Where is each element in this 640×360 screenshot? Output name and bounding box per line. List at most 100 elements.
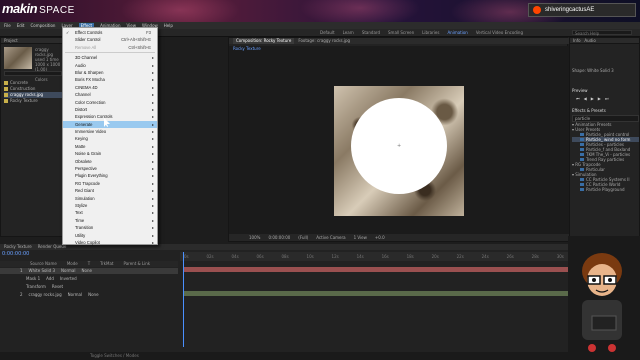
layer-columns: Source Name Mode T TrkMat Parent & Link (0, 261, 178, 267)
menu-item-distort[interactable]: Distort ▸ (63, 106, 157, 113)
ruler-tick-label: 14s (356, 254, 364, 259)
menu-item-obsolete[interactable]: Obsolete ▸ (63, 158, 157, 165)
file-icon (4, 87, 8, 91)
submenu-arrow-icon: ▸ (151, 158, 154, 164)
check-icon: ✓ (66, 30, 70, 35)
workspace-vertical-video-encoding[interactable]: Vertical Video Encoding (476, 30, 523, 35)
menu-item-cinema-4d[interactable]: CINEMA 4D ▸ (63, 84, 157, 91)
menu-item-rg-trapcode[interactable]: RG Trapcode ▸ (63, 180, 157, 187)
tab-footage[interactable]: Footage: craggy rocks.jpg (298, 38, 350, 44)
workspace-animation[interactable]: Animation (447, 30, 467, 35)
menu-file[interactable]: File (4, 23, 11, 28)
menu-item-red-giant[interactable]: Red Giant ▸ (63, 187, 157, 194)
menu-item-color-correction[interactable]: Color Correction ▸ (63, 99, 157, 106)
menu-item-time[interactable]: Time ▸ (63, 217, 157, 224)
comp-viewer[interactable]: Rocky Texture + (229, 46, 569, 234)
next-frame-icon[interactable]: ▶ (598, 96, 601, 101)
menu-help[interactable]: Help (164, 23, 173, 28)
menu-item-immersive-video[interactable]: Immersive Video ▸ (63, 128, 157, 135)
current-time[interactable]: 0:00:00:00 (268, 235, 290, 240)
menu-item-label: Matte (75, 143, 86, 149)
layer-row[interactable]: 2 craggy rocks.jpg Normal None (0, 292, 178, 298)
layer-bar-craggy-rocks[interactable] (184, 291, 568, 296)
menu-item-label: RG Trapcode (75, 180, 100, 186)
comp-breadcrumb[interactable]: Rocky Texture (233, 46, 261, 51)
view-select[interactable]: 1 View (354, 235, 367, 240)
camera-select[interactable]: Active Camera (316, 235, 345, 240)
menu-item-label: Slider Control (75, 37, 101, 43)
menu-item-label: Effect Controls (75, 30, 103, 35)
menu-item-keying[interactable]: Keying ▸ (63, 135, 157, 142)
tab-rocky-texture[interactable]: Rocky Texture (4, 244, 32, 250)
layer-mode[interactable]: Add (46, 276, 54, 282)
layer-row[interactable]: Mask 1 Add Inverted (0, 276, 178, 282)
menu-item-audio[interactable]: Audio ▸ (63, 62, 157, 69)
playback-controls: ⏮ ◀ ▶ ▶ ⏭ (572, 96, 639, 101)
timeline-current-time[interactable]: 0:00:00:00 (2, 251, 29, 257)
comp-footer: 100% 0:00:00:00 (Full) Active Camera 1 V… (229, 234, 569, 241)
menu-item-effect-controls[interactable]: ✓ Effect Controls F3 (63, 29, 157, 36)
first-frame-icon[interactable]: ⏮ (576, 96, 580, 101)
menu-item-matte[interactable]: Matte ▸ (63, 143, 157, 150)
menu-item-boris-fx-mocha[interactable]: Boris FX Mocha ▸ (63, 76, 157, 83)
layer-row[interactable]: Transform Reset (0, 284, 178, 290)
menu-item-simulation[interactable]: Simulation ▸ (63, 195, 157, 202)
menu-item-video-copilot[interactable]: Video Copilot ▸ (63, 239, 157, 246)
menu-item-label: Transition (75, 225, 94, 231)
submenu-arrow-icon: ▸ (151, 121, 154, 127)
menu-item-expression-controls[interactable]: Expression Controls ▸ (63, 113, 157, 120)
time-ruler[interactable]: 0s 02s 04s 06s 08s 10s 12s 14s 16s 18s 20s 22s 24s 26… (180, 252, 568, 261)
menu-item-noise-grain[interactable]: Noise & Grain ▸ (63, 150, 157, 157)
zoom-select[interactable]: 100% (249, 235, 260, 240)
submenu-arrow-icon: ▸ (151, 129, 154, 135)
layer-mode[interactable]: Normal (68, 292, 82, 298)
menu-item-perspective[interactable]: Perspective ▸ (63, 165, 157, 172)
menu-item-utility[interactable]: Utility ▸ (63, 232, 157, 239)
menu-item-label: Audio (75, 62, 86, 68)
submenu-arrow-icon: ▸ (151, 225, 154, 231)
layer-parent[interactable]: None (82, 268, 92, 274)
prev-frame-icon[interactable]: ◀ (584, 96, 587, 101)
layer-parent[interactable]: Inverted (60, 276, 77, 282)
ruler-tick-label: 22s (456, 254, 464, 259)
menu-item-label: Boris FX Mocha (75, 77, 105, 83)
preset-item[interactable]: Particle Playground (572, 187, 639, 192)
menu-item-plugin-everything[interactable]: Plugin Everything ▸ (63, 172, 157, 179)
layer-parent[interactable]: None (88, 292, 98, 298)
ruler-tick-label: 16s (381, 254, 389, 259)
menu-item-transition[interactable]: Transition ▸ (63, 224, 157, 231)
menu-item-generate[interactable]: Generate ▸ (63, 120, 157, 129)
menu-item-blur-sharpen[interactable]: Blur & Sharpen ▸ (63, 69, 157, 76)
project-search-input[interactable] (4, 71, 62, 76)
menu-item-channel[interactable]: Channel ▸ (63, 91, 157, 98)
search-help-input[interactable]: Search Help (572, 30, 632, 36)
menu-item-text[interactable]: Text ▸ (63, 209, 157, 216)
layer-row[interactable]: 1 White Solid 3 Normal None (0, 268, 178, 274)
workspace-default[interactable]: Default (320, 30, 335, 35)
resolution-select[interactable]: (Full) (298, 235, 308, 240)
layer-bar-white-solid[interactable] (184, 267, 568, 272)
last-frame-icon[interactable]: ⏭ (605, 96, 609, 101)
menu-item-stylize[interactable]: Stylize ▸ (63, 202, 157, 209)
preview-title: Preview (572, 88, 588, 93)
project-item[interactable]: Rocky Texture (4, 98, 62, 104)
workspace-standard[interactable]: Standard (362, 30, 380, 35)
menu-item-remove-all[interactable]: Remove All Ctrl+Shift+E (63, 44, 157, 51)
menu-item-slider-control[interactable]: Slider Control Ctrl+Alt+Shift+E (63, 36, 157, 43)
menu-composition[interactable]: Composition (30, 23, 55, 28)
tab-info[interactable]: Info (573, 38, 581, 43)
tab-audio[interactable]: Audio (584, 38, 595, 43)
exposure-value[interactable]: +0.0 (375, 235, 385, 240)
layer-mode[interactable]: Reset (52, 284, 63, 290)
menu-edit[interactable]: Edit (17, 23, 25, 28)
workspace-small-screen[interactable]: Small Screen (388, 30, 414, 35)
workspace-learn[interactable]: Learn (343, 30, 354, 35)
play-icon[interactable]: ▶ (591, 96, 594, 101)
workspace-libraries[interactable]: Libraries (422, 30, 439, 35)
tab-composition[interactable]: Composition: Rocky Texture (233, 38, 295, 44)
layer-mode[interactable]: Normal (61, 268, 75, 274)
menu-item-label: 3D Channel (75, 55, 98, 61)
menu-item-3d-channel[interactable]: 3D Channel ▸ (63, 54, 157, 61)
presets-tree: ▾ Animation Presets ▾ User Presets Partic… (572, 122, 639, 192)
effects-search-input[interactable]: particle (572, 115, 639, 122)
